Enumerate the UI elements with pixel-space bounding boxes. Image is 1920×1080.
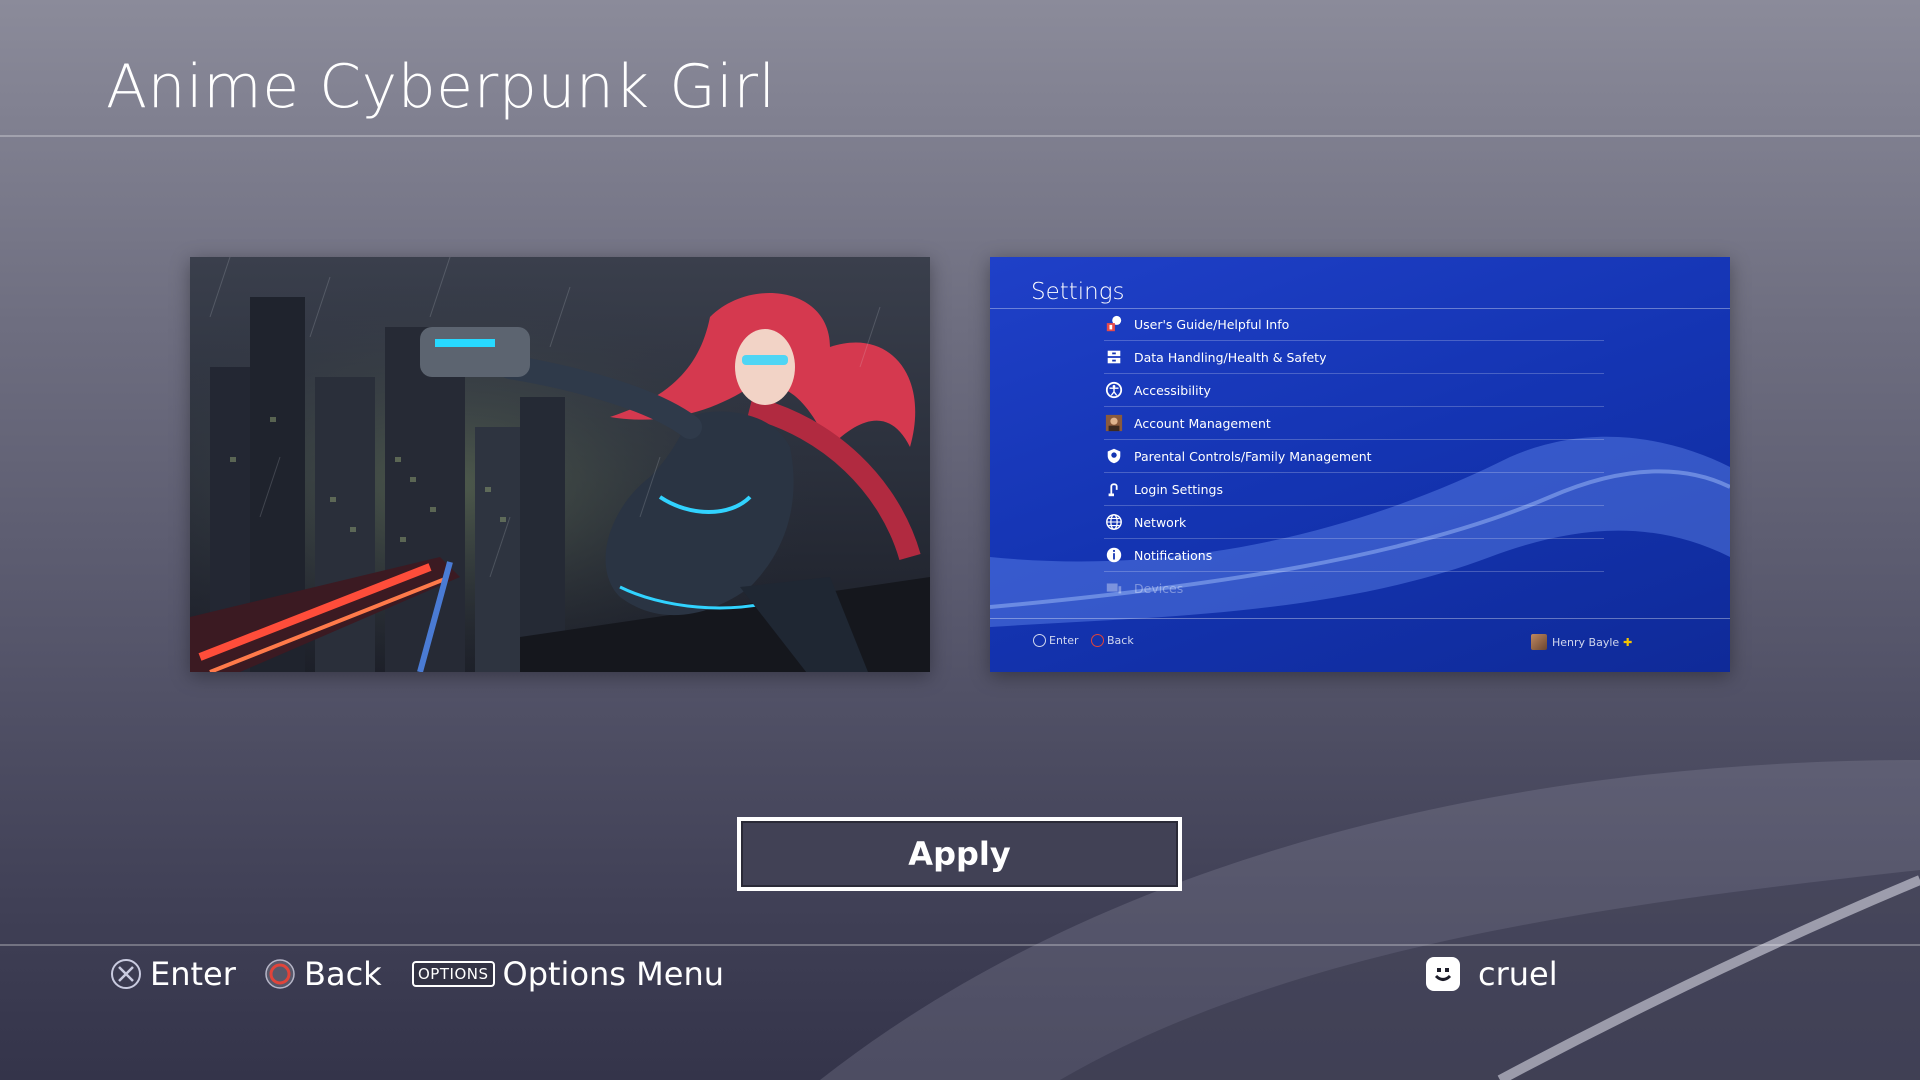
devices-icon <box>1104 578 1124 598</box>
plus-icon: ✚ <box>1623 635 1633 649</box>
list-item-label: Devices <box>1134 580 1184 596</box>
apply-button[interactable]: Apply <box>737 817 1182 891</box>
info-icon <box>1104 545 1124 565</box>
account-avatar-icon <box>1104 413 1124 433</box>
cyberpunk-artwork <box>190 257 930 672</box>
mini-enter-hint: Enter <box>1033 634 1079 647</box>
list-item: User's Guide/Helpful Info <box>1104 308 1604 341</box>
page-title: Anime Cyberpunk Girl <box>106 52 776 122</box>
settings-list: User's Guide/Helpful Info Data Handling/… <box>1104 308 1604 604</box>
data-handling-icon <box>1104 347 1124 367</box>
parental-controls-icon <box>1104 446 1124 466</box>
cross-button-icon <box>1033 634 1046 647</box>
list-item-label: Data Handling/Health & Safety <box>1134 349 1327 365</box>
cross-button-icon <box>110 958 142 990</box>
list-item: Devices <box>1104 572 1604 604</box>
list-item: Account Management <box>1104 407 1604 440</box>
enter-label: Enter <box>150 955 236 993</box>
footer-divider <box>0 944 1920 946</box>
theme-preview-image <box>190 257 930 672</box>
back-label: Back <box>304 955 382 993</box>
options-hint: OPTIONS Options Menu <box>412 952 724 996</box>
options-button-icon: OPTIONS <box>412 961 495 987</box>
mini-user: Henry Bayle ✚ <box>1531 634 1632 650</box>
user-avatar-icon <box>1426 957 1460 991</box>
list-item: Network <box>1104 506 1604 539</box>
globe-icon <box>1104 512 1124 532</box>
enter-hint: Enter <box>110 952 236 996</box>
settings-footer: Enter Back Henry Bayle ✚ <box>990 620 1730 660</box>
mini-back-hint: Back <box>1091 634 1134 647</box>
settings-preview: Settings User's Guide/Helpful Info Data … <box>990 257 1730 672</box>
list-item-label: Login Settings <box>1134 481 1223 497</box>
list-item: Parental Controls/Family Management <box>1104 440 1604 473</box>
options-label: Options Menu <box>502 955 725 993</box>
list-item-label: Notifications <box>1134 547 1213 563</box>
list-item-label: Parental Controls/Family Management <box>1134 448 1372 464</box>
settings-footer-divider <box>990 618 1730 619</box>
title-divider <box>0 135 1920 137</box>
list-item: Notifications <box>1104 539 1604 572</box>
username: cruel <box>1478 955 1558 993</box>
avatar <box>1531 634 1547 650</box>
settings-title: Settings <box>1031 279 1125 305</box>
list-item: Login Settings <box>1104 473 1604 506</box>
list-item-label: Account Management <box>1134 415 1271 431</box>
list-item-label: User's Guide/Helpful Info <box>1134 316 1290 332</box>
login-icon <box>1104 479 1124 499</box>
circle-button-icon <box>264 958 296 990</box>
list-item-label: Accessibility <box>1134 382 1211 398</box>
list-item: Accessibility <box>1104 374 1604 407</box>
accessibility-icon <box>1104 380 1124 400</box>
circle-button-icon <box>1091 634 1104 647</box>
list-item-label: Network <box>1134 514 1187 530</box>
back-hint: Back <box>264 952 382 996</box>
list-item: Data Handling/Health & Safety <box>1104 341 1604 374</box>
help-info-icon <box>1104 314 1124 334</box>
user-indicator: cruel <box>1426 952 1558 996</box>
